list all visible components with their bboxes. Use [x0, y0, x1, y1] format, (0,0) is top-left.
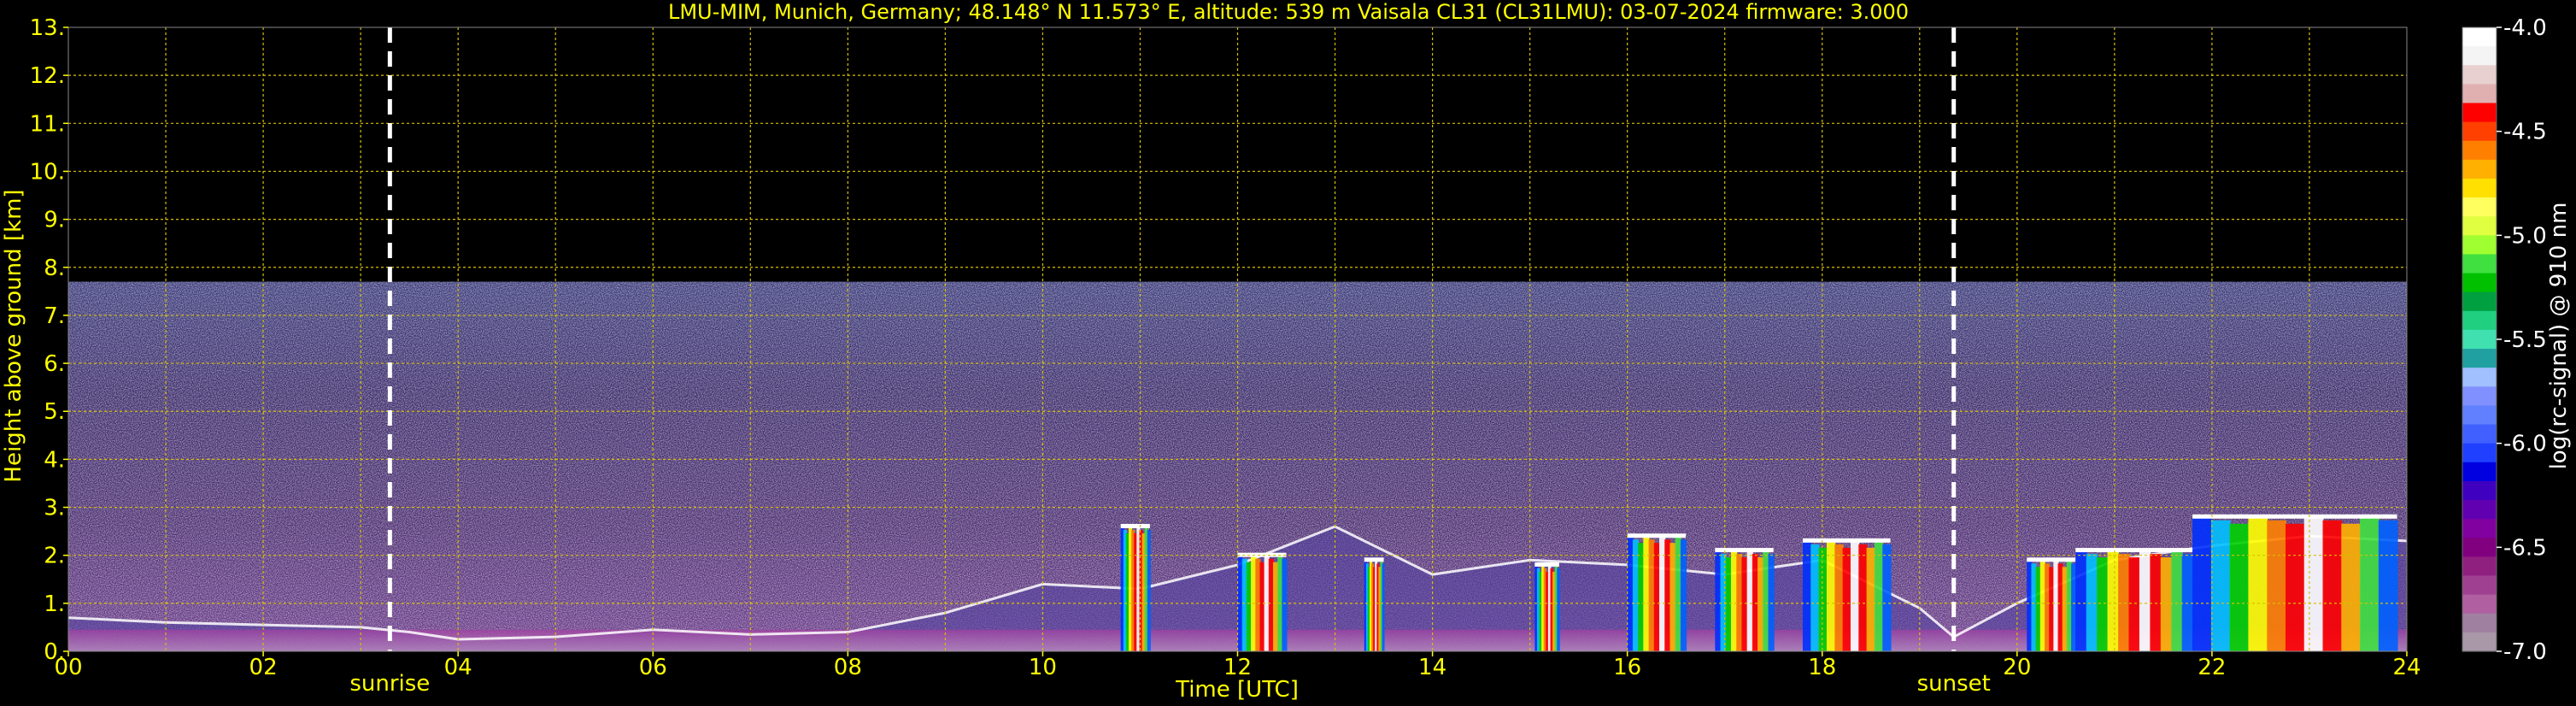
- colorbar-segment: [2462, 216, 2497, 236]
- y-tick-label: 4.: [44, 447, 65, 473]
- y-tick-label: 5.: [44, 399, 65, 425]
- y-tick-label: 0.: [44, 639, 65, 665]
- colorbar-segment: [2462, 178, 2497, 198]
- colorbar-segment: [2462, 575, 2497, 596]
- y-tick-label: 6.: [44, 351, 65, 377]
- colorbar-segment: [2462, 310, 2497, 331]
- y-tick-label: 12.: [30, 63, 65, 89]
- y-axis-ticks: 0. 1. 2. 3. 4. 5. 6. 7. 8. 9. 10. 11. 12. 13.: [30, 15, 68, 665]
- cloud-column: [1715, 548, 1775, 651]
- colorbar-tick-label: -6.0: [2503, 432, 2547, 457]
- colorbar-segment: [2462, 121, 2497, 142]
- x-tick-label: 04: [444, 655, 472, 680]
- colorbar-tick-label: -4.5: [2503, 120, 2547, 145]
- cloud-column: [1627, 533, 1687, 651]
- colorbar-segment: [2462, 273, 2497, 293]
- sunrise-label: sunrise: [349, 671, 430, 697]
- colorbar-tick-label: -4.0: [2503, 15, 2547, 41]
- colorbar-segment: [2462, 405, 2497, 426]
- colorbar-segment: [2462, 235, 2497, 256]
- colorbar: -4.0 -4.5 -5.0 -5.5 -6.0 -6.5 -7.0: [2462, 15, 2547, 665]
- x-tick-label: 18: [1808, 655, 1836, 680]
- colorbar-segment: [2462, 349, 2497, 368]
- cloud-column: [2075, 548, 2194, 651]
- x-tick-label: 02: [249, 655, 278, 680]
- colorbar-segment: [2462, 519, 2497, 538]
- cloud-column: [2027, 557, 2077, 651]
- y-axis-label: Height above ground [km]: [1, 189, 26, 482]
- cloud-column: [1534, 562, 1560, 651]
- colorbar-segment: [2462, 159, 2497, 179]
- colorbar-segment: [2462, 291, 2497, 312]
- x-tick-label: 06: [639, 655, 667, 680]
- y-tick-label: 11.: [30, 111, 65, 137]
- y-tick-label: 3.: [44, 496, 65, 521]
- colorbar-segment: [2462, 368, 2497, 387]
- cloud-column: [2192, 514, 2398, 651]
- y-tick-label: 9.: [44, 208, 65, 233]
- x-tick-label: 08: [834, 655, 862, 680]
- x-tick-label: 24: [2392, 655, 2421, 680]
- cloud-column: [1364, 557, 1385, 651]
- colorbar-segment: [2462, 140, 2497, 161]
- y-tick-label: 13.: [30, 15, 65, 41]
- colorbar-segment: [2462, 632, 2497, 652]
- y-tick-label: 1.: [44, 591, 65, 617]
- colorbar-segment: [2462, 84, 2497, 104]
- colorbar-segment: [2462, 462, 2497, 482]
- colorbar-segment: [2462, 103, 2497, 123]
- x-axis-label: Time [UTC]: [1175, 677, 1299, 703]
- x-tick-label: 20: [2003, 655, 2031, 680]
- colorbar-tick-label: -5.5: [2503, 327, 2547, 353]
- colorbar-segment: [2462, 556, 2497, 577]
- colorbar-segment: [2462, 197, 2497, 217]
- colorbar-segment: [2462, 613, 2497, 633]
- colorbar-segment: [2462, 594, 2497, 615]
- colorbar-segment: [2462, 27, 2497, 47]
- colorbar-tick-label: -7.0: [2503, 639, 2547, 665]
- colorbar-segment: [2462, 46, 2497, 66]
- colorbar-segment: [2462, 254, 2497, 274]
- x-tick-label: 14: [1418, 655, 1446, 680]
- y-tick-label: 7.: [44, 303, 65, 329]
- colorbar-segment: [2462, 386, 2497, 407]
- colorbar-tick-label: -5.0: [2503, 223, 2547, 249]
- colorbar-label: log(rc-signal) @ 910 nm: [2546, 203, 2572, 470]
- y-tick-label: 10.: [30, 159, 65, 185]
- colorbar-segment: [2462, 329, 2497, 350]
- colorbar-tick-label: -6.5: [2503, 535, 2547, 561]
- colorbar-segment: [2462, 443, 2497, 463]
- colorbar-segment: [2462, 424, 2497, 444]
- plot-area: sunrise sunset: [67, 26, 2408, 697]
- colorbar-segment: [2462, 500, 2497, 520]
- sunset-label: sunset: [1917, 671, 1991, 697]
- colorbar-segment: [2462, 65, 2497, 85]
- ceilometer-chart: sunrise sunset 00 02 04 06 08 10 12 14 16 18 20 22 24…: [1, 0, 2572, 703]
- y-tick-label: 2.: [44, 544, 65, 569]
- y-tick-label: 8.: [44, 256, 65, 281]
- chart-title: LMU-MIM, Munich, Germany; 48.148° N 11.5…: [668, 0, 1909, 24]
- cloud-column: [1237, 552, 1288, 651]
- cloud-column: [1120, 524, 1151, 651]
- colorbar-segment: [2462, 538, 2497, 557]
- x-tick-label: 16: [1613, 655, 1641, 680]
- x-tick-label: 22: [2198, 655, 2226, 680]
- colorbar-segment: [2462, 480, 2497, 501]
- x-tick-label: 10: [1029, 655, 1057, 680]
